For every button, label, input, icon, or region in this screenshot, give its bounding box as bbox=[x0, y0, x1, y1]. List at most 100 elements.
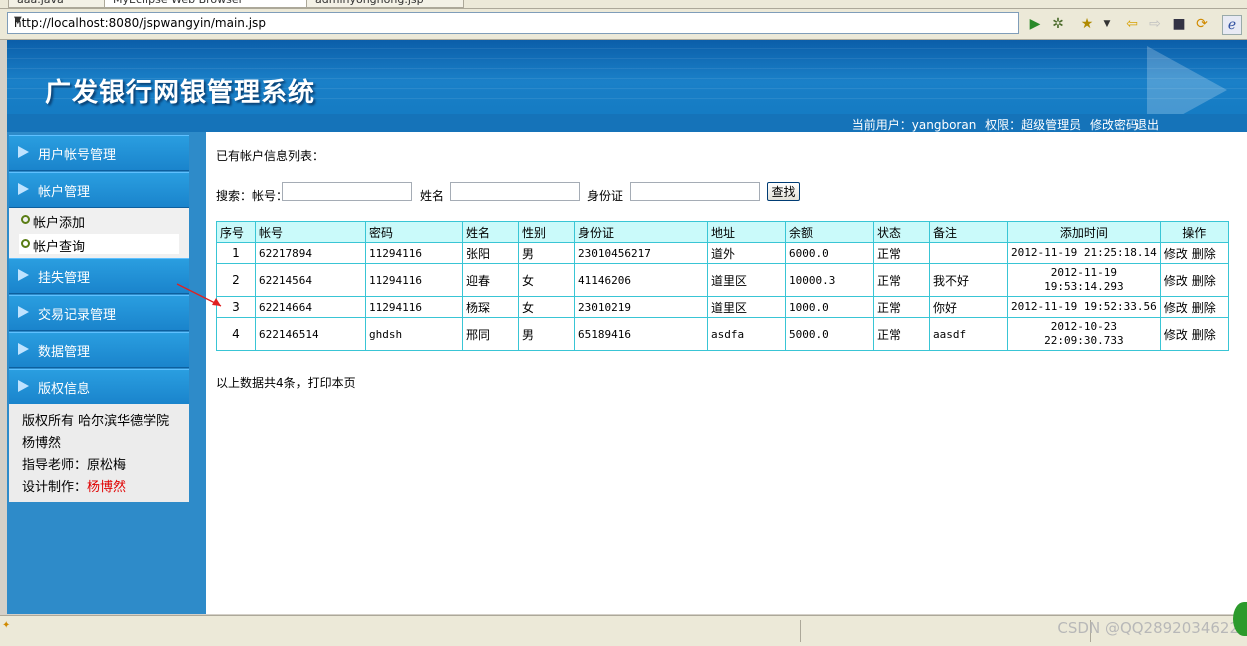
url-field[interactable]: http://localhost:8080/jspwangyin/main.js… bbox=[7, 12, 1019, 34]
cell-note: aasdf bbox=[929, 317, 1008, 351]
system-title: 广发银行网银管理系统 bbox=[45, 78, 316, 108]
triangle-icon bbox=[18, 380, 29, 392]
submenu-label: 帐户查询 bbox=[33, 240, 86, 255]
time-line1: 2012-10-23 bbox=[1050, 320, 1117, 333]
find-button[interactable]: 查找 bbox=[767, 182, 800, 201]
name-search-input[interactable] bbox=[450, 182, 580, 201]
menu-copyright[interactable]: 版权信息 bbox=[9, 369, 189, 405]
watermark: CSDN @QQ2892034622 bbox=[1057, 619, 1239, 637]
menu-data-management[interactable]: 数据管理 bbox=[9, 332, 189, 368]
copyright-panel: 版权所有 哈尔滨华德学院 杨博然 指导老师：原松梅 设计制作：杨博然 bbox=[9, 404, 189, 502]
delete-link[interactable]: 删除 bbox=[1192, 274, 1216, 288]
favorites-dropdown-icon[interactable]: ▼ bbox=[1098, 15, 1116, 33]
cell-password: 11294116 bbox=[365, 296, 463, 318]
cell-address: 道里区 bbox=[707, 263, 786, 297]
account-search-input[interactable] bbox=[282, 182, 412, 201]
favorites-icon[interactable]: ★ bbox=[1078, 15, 1096, 33]
delete-link[interactable]: 删除 bbox=[1192, 247, 1216, 261]
menu-loss-report[interactable]: 挂失管理 bbox=[9, 258, 189, 294]
submenu-account-add[interactable]: 帐户添加 bbox=[19, 210, 179, 231]
cell-account: 622146514 bbox=[255, 317, 366, 351]
cell-idcard: 23010456217 bbox=[574, 242, 708, 264]
cell-status: 正常 bbox=[873, 263, 930, 297]
browser-tab-strip: aaa.java MyEclipse Web Browser adminyong… bbox=[0, 0, 1247, 9]
designer-label: 设计制作： bbox=[22, 480, 88, 495]
debug-icon[interactable]: ✲ bbox=[1049, 15, 1067, 33]
bullet-icon bbox=[21, 239, 30, 248]
account-submenu: 帐户添加 帐户查询 bbox=[9, 208, 189, 258]
stop-icon[interactable]: ■ bbox=[1170, 15, 1188, 33]
name-label: 姓名 bbox=[420, 189, 445, 203]
status-separator bbox=[800, 620, 801, 642]
cell-ops: 修改 删除 bbox=[1159, 242, 1229, 264]
forward-icon[interactable]: ⇨ bbox=[1146, 15, 1164, 33]
time-line2: 22:09:30.733 bbox=[1044, 334, 1124, 347]
summary-text: 以上数据共4条，打印本页 bbox=[216, 376, 356, 390]
cell-idcard: 65189416 bbox=[574, 317, 708, 351]
copyright-owner: 版权所有 哈尔滨华德学院 bbox=[22, 414, 170, 429]
cell-gender: 女 bbox=[518, 296, 575, 318]
cell-status: 正常 bbox=[873, 242, 930, 264]
change-password-link[interactable]: 修改密码 bbox=[1090, 118, 1138, 132]
edit-link[interactable]: 修改 bbox=[1164, 247, 1188, 261]
cell-no: 4 bbox=[216, 317, 256, 351]
tab-aaa-java[interactable]: aaa.java bbox=[8, 0, 106, 8]
table-row: 4 622146514 ghdsh 邢同 男 65189416 asdfa 50… bbox=[216, 317, 1229, 351]
idcard-label: 身份证 bbox=[587, 189, 624, 203]
cell-balance: 6000.0 bbox=[785, 242, 874, 264]
go-icon[interactable]: ▶ bbox=[1026, 15, 1044, 33]
cell-account: 62214564 bbox=[255, 263, 366, 297]
delete-link[interactable]: 删除 bbox=[1192, 328, 1216, 342]
menu-label: 用户帐号管理 bbox=[38, 148, 117, 163]
cell-note bbox=[929, 242, 1008, 264]
user-info-bar: 当前用户：yangboran 权限：超级管理员 修改密码 退出 bbox=[7, 114, 1247, 132]
cell-time: 2012-10-23 22:09:30.733 bbox=[1007, 317, 1161, 351]
refresh-icon[interactable]: ⟳ bbox=[1193, 15, 1211, 33]
cell-time: 2012-11-19 19:53:14.293 bbox=[1007, 263, 1161, 297]
col-header: 备注 bbox=[929, 221, 1008, 243]
col-header: 地址 bbox=[707, 221, 786, 243]
edit-link[interactable]: 修改 bbox=[1164, 328, 1188, 342]
time-line1: 2012-11-19 21:25:18.14 bbox=[1011, 246, 1157, 259]
menu-label: 数据管理 bbox=[38, 345, 91, 360]
menu-account-management[interactable]: 帐户管理 bbox=[9, 172, 189, 208]
table-row: 1 62217894 11294116 张阳 男 23010456217 道外 … bbox=[216, 242, 1229, 264]
col-header: 操作 bbox=[1159, 221, 1229, 243]
tab-web-browser[interactable]: MyEclipse Web Browser bbox=[104, 0, 312, 8]
url-dropdown-icon[interactable]: ▼ bbox=[14, 15, 1015, 26]
time-line2: 19:53:14.293 bbox=[1044, 280, 1124, 293]
idcard-search-input[interactable] bbox=[630, 182, 760, 201]
cell-ops: 修改 删除 bbox=[1159, 263, 1229, 297]
cell-balance: 5000.0 bbox=[785, 317, 874, 351]
submenu-account-query[interactable]: 帐户查询 bbox=[19, 234, 179, 255]
back-icon[interactable]: ⇦ bbox=[1123, 15, 1141, 33]
cell-note: 我不好 bbox=[929, 263, 1008, 297]
menu-label: 版权信息 bbox=[38, 382, 91, 397]
list-title: 已有帐户信息列表： bbox=[216, 149, 325, 163]
cell-gender: 男 bbox=[518, 317, 575, 351]
logout-link[interactable]: 退出 bbox=[1135, 116, 1159, 132]
cell-gender: 男 bbox=[518, 242, 575, 264]
col-header: 帐号 bbox=[255, 221, 366, 243]
cell-name: 迎春 bbox=[462, 263, 519, 297]
cell-account: 62217894 bbox=[255, 242, 366, 264]
time-line1: 2012-11-19 19:52:33.56 bbox=[1011, 300, 1157, 313]
delete-link[interactable]: 删除 bbox=[1192, 301, 1216, 315]
cell-time: 2012-11-19 19:52:33.56 bbox=[1007, 296, 1161, 318]
tab-adminyonghong[interactable]: adminyonghong.jsp bbox=[306, 0, 464, 8]
cell-status: 正常 bbox=[873, 296, 930, 318]
edit-link[interactable]: 修改 bbox=[1164, 301, 1188, 315]
cell-status: 正常 bbox=[873, 317, 930, 351]
current-user: 当前用户：yangboran bbox=[851, 118, 977, 132]
edit-link[interactable]: 修改 bbox=[1164, 274, 1188, 288]
triangle-icon bbox=[18, 146, 29, 158]
triangle-icon bbox=[18, 343, 29, 355]
cell-password: ghdsh bbox=[365, 317, 463, 351]
cell-idcard: 41146206 bbox=[574, 263, 708, 297]
menu-user-account[interactable]: 用户帐号管理 bbox=[9, 135, 189, 171]
eclipse-icon[interactable]: ℯ bbox=[1222, 15, 1242, 35]
menu-label: 交易记录管理 bbox=[38, 308, 117, 323]
cell-account: 62214664 bbox=[255, 296, 366, 318]
cell-note: 你好 bbox=[929, 296, 1008, 318]
menu-transactions[interactable]: 交易记录管理 bbox=[9, 295, 189, 331]
